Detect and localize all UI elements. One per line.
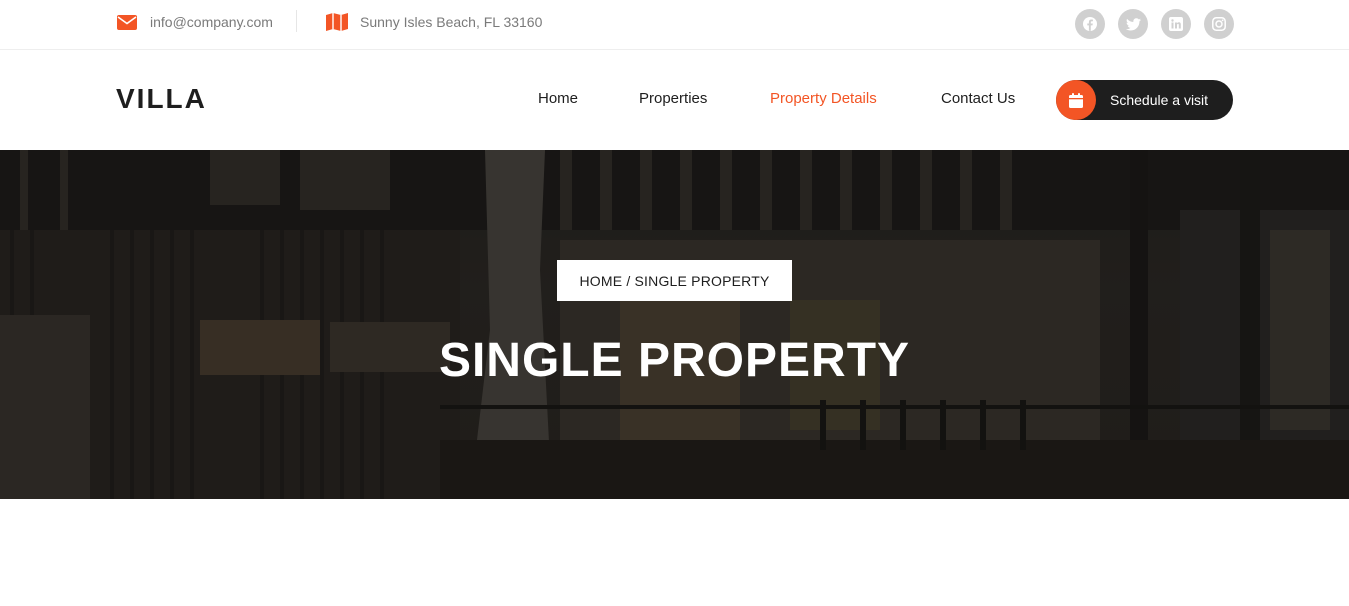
schedule-visit-button[interactable]: Schedule a visit [1056,80,1233,120]
nav-contact-us[interactable]: Contact Us [941,90,1015,107]
linkedin-icon [1169,17,1183,31]
hero-background-image [0,150,1349,499]
contact-divider [296,10,297,32]
calendar-icon [1056,80,1096,120]
nav-home[interactable]: Home [538,90,578,107]
page-hero-banner: HOME / SINGLE PROPERTY SINGLE PROPERTY [0,150,1349,499]
social-linkedin[interactable] [1161,9,1191,39]
social-links [1075,9,1234,39]
nav-property-details[interactable]: Property Details [770,90,877,107]
main-header: VILLA Home Properties Property Details C… [0,50,1349,150]
breadcrumb[interactable]: HOME / SINGLE PROPERTY [557,260,792,301]
schedule-visit-label: Schedule a visit [1110,92,1209,108]
contact-address[interactable]: Sunny Isles Beach, FL 33160 [326,0,542,44]
map-icon [326,12,348,32]
top-contact-bar: info@company.com Sunny Isles Beach, FL 3… [0,0,1349,50]
facebook-icon [1083,17,1097,31]
contact-email[interactable]: info@company.com [116,0,273,44]
envelope-icon [116,12,138,32]
social-instagram[interactable] [1204,9,1234,39]
social-facebook[interactable] [1075,9,1105,39]
site-logo[interactable]: VILLA [116,83,207,115]
page-title: SINGLE PROPERTY [438,334,911,387]
social-twitter[interactable] [1118,9,1148,39]
contact-address-text: Sunny Isles Beach, FL 33160 [360,14,543,30]
instagram-icon [1212,17,1226,31]
nav-properties[interactable]: Properties [639,90,707,107]
twitter-icon [1125,17,1141,30]
contact-email-text: info@company.com [150,14,273,30]
